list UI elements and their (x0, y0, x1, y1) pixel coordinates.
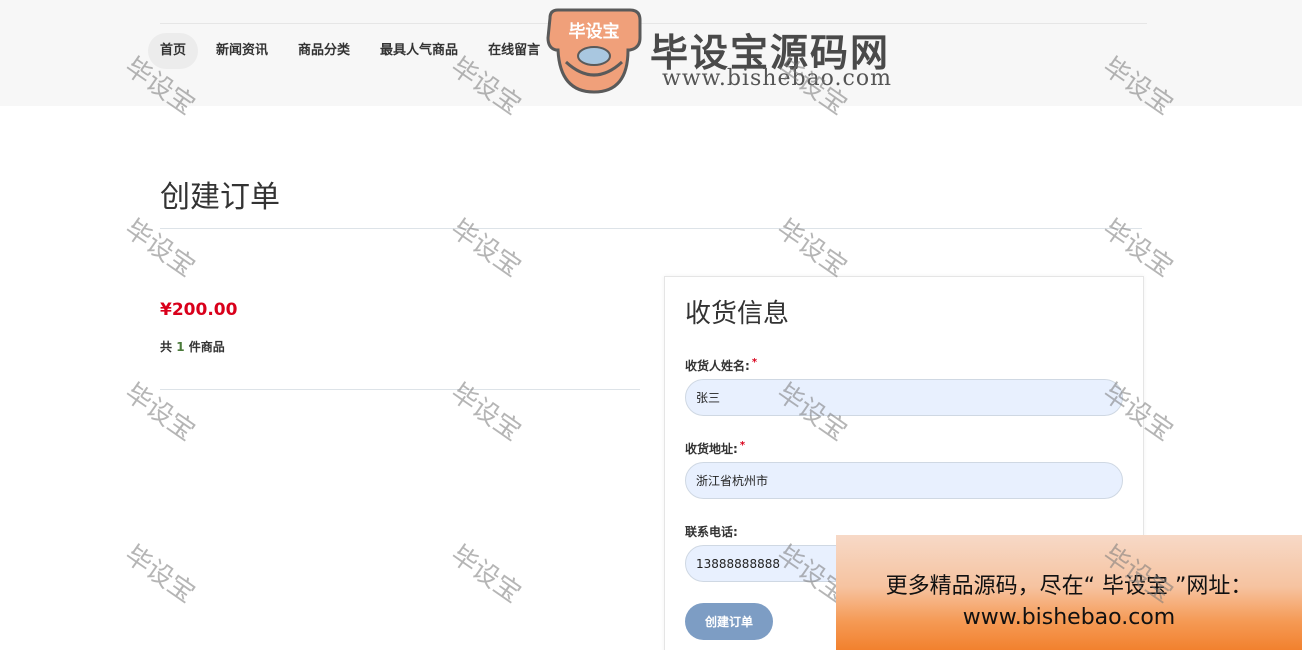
main-nav: 首页 新闻资讯 商品分类 最具人气商品 在线留言 (148, 33, 555, 69)
watermark: 毕设宝 (445, 213, 527, 284)
watermark: 毕设宝 (1097, 213, 1179, 284)
logo-url: www.bishebao.com (662, 66, 892, 91)
required-mark: * (739, 440, 746, 451)
watermark: 毕设宝 (119, 539, 201, 610)
count-suffix: 件商品 (188, 340, 225, 354)
site-header: 首页 新闻资讯 商品分类 最具人气商品 在线留言 毕设宝 毕设宝源码网 www.… (0, 0, 1302, 106)
receiver-name-label: 收货人姓名: * (685, 357, 757, 374)
phone-label: 联系电话: (685, 525, 738, 539)
promo-banner[interactable]: 更多精品源码，尽在“ 毕设宝 ”网址： www.bishebao.com (836, 535, 1302, 650)
count-number: 1 (176, 340, 185, 354)
page-title: 创建订单 (160, 180, 280, 215)
nav-messages[interactable]: 在线留言 (473, 33, 555, 69)
summary-divider (160, 389, 640, 390)
nav-categories[interactable]: 商品分类 (283, 33, 365, 69)
watermark: 毕设宝 (445, 377, 527, 448)
create-order-button[interactable]: 创建订单 (685, 603, 773, 640)
nav-home[interactable]: 首页 (148, 33, 199, 69)
nav-popular[interactable]: 最具人气商品 (365, 33, 473, 69)
bishebao-logo: 毕设宝 毕设宝源码网 www.bishebao.com (544, 8, 924, 96)
count-prefix: 共 (160, 340, 173, 354)
title-divider (160, 228, 1142, 229)
order-summary: ¥200.00 共 1 件商品 (160, 300, 640, 355)
watermark: 毕设宝 (119, 213, 201, 284)
watermark: 毕设宝 (771, 213, 853, 284)
logo-badge-icon: 毕设宝 (546, 8, 642, 94)
promo-text: 更多精品源码，尽在“ 毕设宝 ”网址： (885, 574, 1253, 599)
order-total-price: ¥200.00 (160, 300, 238, 320)
watermark: 毕设宝 (445, 539, 527, 610)
required-mark: * (751, 357, 758, 368)
shipping-info-title: 收货信息 (685, 299, 790, 329)
address-input[interactable] (685, 462, 1123, 499)
nav-news[interactable]: 新闻资讯 (201, 33, 283, 69)
receiver-name-label-text: 收货人姓名: (685, 359, 750, 373)
address-label: 收货地址: * (685, 440, 745, 457)
item-count: 共 1 件商品 (160, 338, 640, 355)
svg-text:毕设宝: 毕设宝 (569, 21, 620, 42)
address-label-text: 收货地址: (685, 442, 738, 456)
promo-url: www.bishebao.com (962, 605, 1176, 630)
watermark: 毕设宝 (119, 377, 201, 448)
receiver-name-input[interactable] (685, 379, 1123, 416)
